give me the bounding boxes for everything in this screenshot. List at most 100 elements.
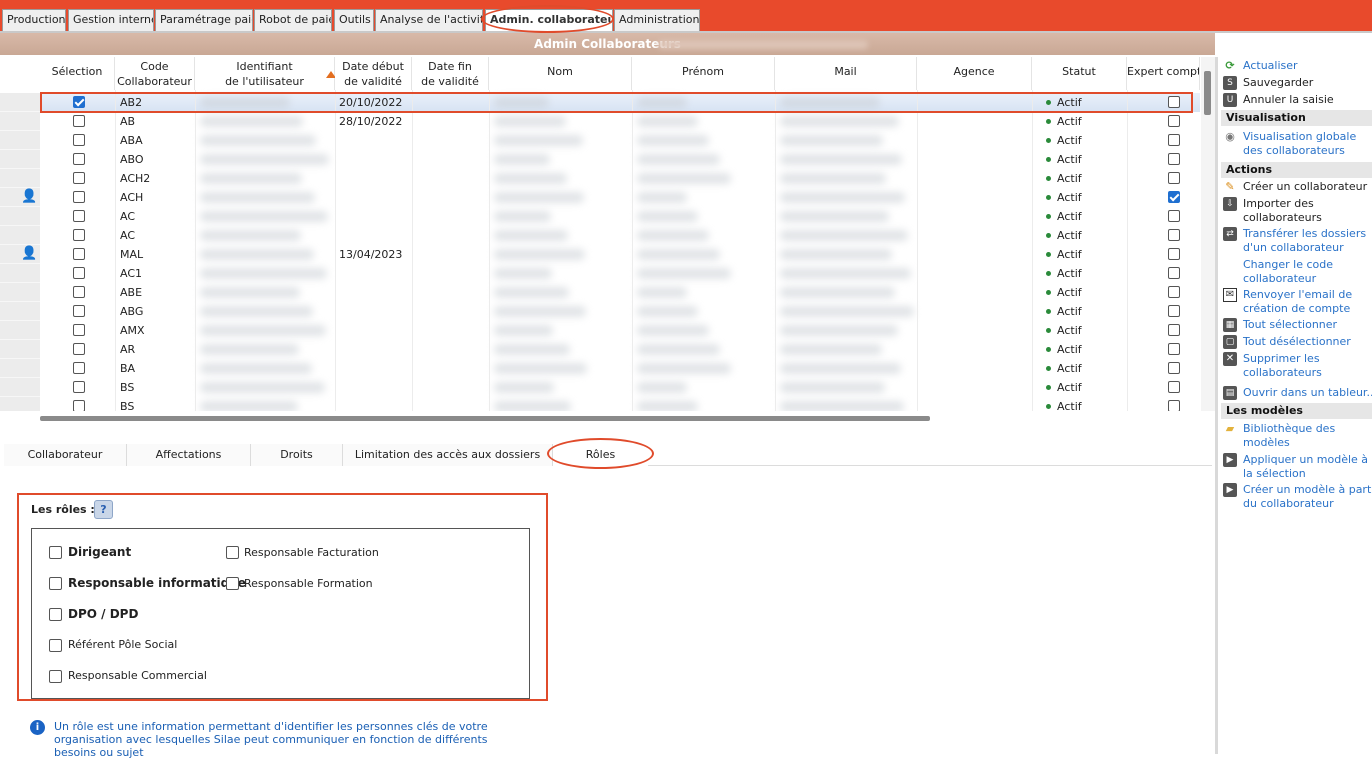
tab-administration[interactable]: Administration bbox=[614, 9, 700, 31]
role-checkbox[interactable] bbox=[49, 577, 62, 590]
selection-checkbox[interactable] bbox=[73, 343, 85, 355]
table-row[interactable]: BA Actif bbox=[0, 359, 1200, 378]
tab-droits[interactable]: Droits bbox=[251, 444, 343, 466]
row-header[interactable] bbox=[0, 283, 40, 302]
table-row[interactable]: AR Actif bbox=[0, 340, 1200, 359]
selection-checkbox[interactable] bbox=[73, 381, 85, 393]
selection-checkbox[interactable] bbox=[73, 305, 85, 317]
grid-vertical-scrollbar[interactable] bbox=[1201, 57, 1215, 411]
tab-affectations[interactable]: Affectations bbox=[127, 444, 251, 466]
selection-checkbox[interactable] bbox=[73, 248, 85, 260]
selection-checkbox[interactable] bbox=[73, 172, 85, 184]
col-header-code[interactable]: Code Collaborateur bbox=[115, 57, 195, 90]
col-header-date-debut[interactable]: Date début de validité bbox=[335, 57, 412, 90]
role-checkbox[interactable] bbox=[49, 608, 62, 621]
expert-checkbox[interactable] bbox=[1168, 134, 1180, 146]
row-header[interactable] bbox=[0, 93, 40, 112]
col-header-expert[interactable]: Expert compt bbox=[1127, 57, 1200, 90]
expert-checkbox[interactable] bbox=[1168, 381, 1180, 393]
table-row[interactable]: ABG Actif bbox=[0, 302, 1200, 321]
table-row[interactable]: AMX Actif bbox=[0, 321, 1200, 340]
selection-checkbox[interactable] bbox=[73, 115, 85, 127]
table-row[interactable]: AC1 Actif bbox=[0, 264, 1200, 283]
scroll-thumb[interactable] bbox=[1204, 71, 1211, 115]
col-header-statut[interactable]: Statut bbox=[1032, 57, 1127, 90]
tab-production[interactable]: Production bbox=[2, 9, 66, 31]
selection-checkbox[interactable] bbox=[73, 229, 85, 241]
row-header[interactable] bbox=[0, 378, 40, 397]
tab-robot-de-paie[interactable]: Robot de paie bbox=[254, 9, 332, 31]
expert-checkbox[interactable] bbox=[1168, 210, 1180, 222]
expert-checkbox[interactable] bbox=[1168, 324, 1180, 336]
expert-checkbox[interactable] bbox=[1168, 172, 1180, 184]
expert-checkbox[interactable] bbox=[1168, 267, 1180, 279]
col-header-nom[interactable]: Nom bbox=[489, 57, 632, 90]
row-header[interactable] bbox=[0, 397, 40, 411]
cell-statut: Actif bbox=[1046, 340, 1124, 359]
col-header-agence[interactable]: Agence bbox=[917, 57, 1032, 90]
table-row[interactable]: AB 28/10/2022 Actif bbox=[0, 112, 1200, 131]
role-checkbox[interactable] bbox=[49, 639, 62, 652]
table-row[interactable]: ABO Actif bbox=[0, 150, 1200, 169]
row-header[interactable] bbox=[0, 207, 40, 226]
table-row[interactable]: ABA Actif bbox=[0, 131, 1200, 150]
expert-checkbox[interactable] bbox=[1168, 343, 1180, 355]
table-row[interactable]: ACH2 Actif bbox=[0, 169, 1200, 188]
expert-checkbox[interactable] bbox=[1168, 191, 1180, 203]
role-checkbox[interactable] bbox=[49, 546, 62, 559]
cell-code: ABE bbox=[120, 286, 143, 299]
row-header[interactable] bbox=[0, 302, 40, 321]
table-row[interactable]: AC Actif bbox=[0, 207, 1200, 226]
expert-checkbox[interactable] bbox=[1168, 400, 1180, 411]
row-header[interactable]: 👤 bbox=[0, 188, 40, 207]
col-header-mail[interactable]: Mail bbox=[775, 57, 917, 90]
row-header[interactable] bbox=[0, 112, 40, 131]
expert-checkbox[interactable] bbox=[1168, 229, 1180, 241]
tab-outils[interactable]: Outils bbox=[334, 9, 374, 31]
table-row[interactable]: 👤 MAL 13/04/2023 Actif bbox=[0, 245, 1200, 264]
role-checkbox[interactable] bbox=[226, 546, 239, 559]
tab-limitation-acces[interactable]: Limitation des accès aux dossiers bbox=[343, 444, 553, 466]
selection-checkbox[interactable] bbox=[73, 400, 85, 411]
tab-parametrage-paie[interactable]: Paramétrage paie bbox=[155, 9, 253, 31]
selection-checkbox[interactable] bbox=[73, 191, 85, 203]
selection-checkbox[interactable] bbox=[73, 153, 85, 165]
selection-checkbox[interactable] bbox=[73, 286, 85, 298]
expert-checkbox[interactable] bbox=[1168, 115, 1180, 127]
grid-horizontal-scrollbar[interactable] bbox=[40, 416, 930, 421]
col-header-prenom[interactable]: Prénom bbox=[632, 57, 775, 90]
table-row[interactable]: 👤 ACH Actif bbox=[0, 188, 1200, 207]
selection-checkbox[interactable] bbox=[73, 267, 85, 279]
selection-checkbox[interactable] bbox=[73, 324, 85, 336]
role-checkbox[interactable] bbox=[226, 577, 239, 590]
expert-checkbox[interactable] bbox=[1168, 286, 1180, 298]
tab-collaborateur[interactable]: Collaborateur bbox=[4, 444, 127, 466]
selection-checkbox[interactable] bbox=[73, 362, 85, 374]
help-icon[interactable]: ? bbox=[94, 500, 113, 519]
col-header-identifiant[interactable]: Identifiant de l'utilisateur bbox=[195, 57, 336, 90]
expert-checkbox[interactable] bbox=[1168, 305, 1180, 317]
row-header[interactable] bbox=[0, 169, 40, 188]
row-header[interactable] bbox=[0, 150, 40, 169]
tab-analyse-activite[interactable]: Analyse de l'activité bbox=[375, 9, 483, 31]
tab-gestion-interne[interactable]: Gestion interne bbox=[68, 9, 154, 31]
table-row[interactable]: BS Actif bbox=[0, 378, 1200, 397]
row-header[interactable] bbox=[0, 340, 40, 359]
row-header[interactable] bbox=[0, 264, 40, 283]
table-row[interactable]: ABE Actif bbox=[0, 283, 1200, 302]
role-checkbox[interactable] bbox=[49, 670, 62, 683]
expert-checkbox[interactable] bbox=[1168, 362, 1180, 374]
selection-checkbox[interactable] bbox=[73, 134, 85, 146]
row-header[interactable] bbox=[0, 359, 40, 378]
expert-checkbox[interactable] bbox=[1168, 153, 1180, 165]
row-header[interactable]: 👤 bbox=[0, 245, 40, 264]
table-row[interactable]: BS Actif bbox=[0, 397, 1200, 411]
expert-checkbox[interactable] bbox=[1168, 248, 1180, 260]
col-header-selection[interactable]: Sélection bbox=[40, 57, 115, 90]
selection-checkbox[interactable] bbox=[73, 210, 85, 222]
table-row[interactable]: AC Actif bbox=[0, 226, 1200, 245]
row-header[interactable] bbox=[0, 321, 40, 340]
row-header[interactable] bbox=[0, 131, 40, 150]
row-header[interactable] bbox=[0, 226, 40, 245]
col-header-date-fin[interactable]: Date fin de validité bbox=[412, 57, 489, 90]
